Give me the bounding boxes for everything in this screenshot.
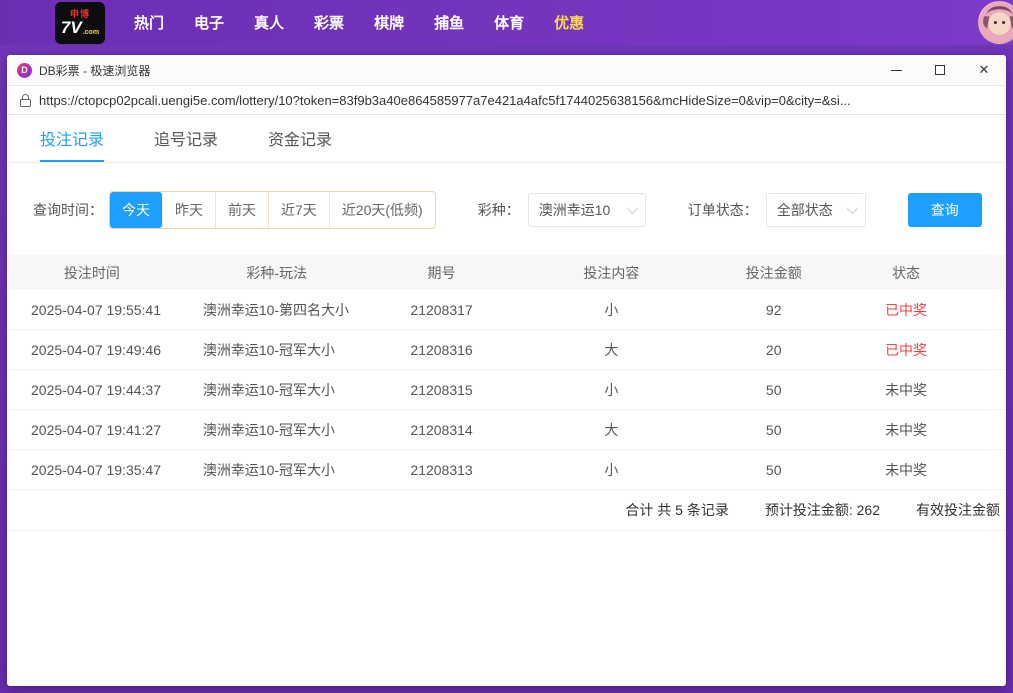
table-row: 2025-04-07 19:49:46 澳洲幸运10-冠军大小 21208316… [7, 330, 1006, 370]
time-option-20days[interactable]: 近20天(低频) [329, 192, 435, 228]
status-cell: 未中奖 [831, 460, 981, 480]
address-bar: https://ctopcp02pcali.uengi5e.com/lotter… [7, 86, 1006, 115]
page-content: 投注记录 追号记录 资金记录 查询时间： 今天 昨天 前天 近7天 近20天(低… [7, 115, 1006, 531]
record-tabs: 投注记录 追号记录 资金记录 [7, 115, 1006, 163]
header-issue: 期号 [377, 263, 507, 283]
status-cell: 已中奖 [831, 300, 981, 320]
cell-bet-amount: 50 [716, 462, 831, 478]
cell-issue: 21208313 [377, 462, 507, 478]
nav-item-lottery[interactable]: 彩票 [299, 6, 359, 39]
nav-item-live[interactable]: 真人 [239, 6, 299, 39]
maximize-button[interactable] [918, 55, 962, 85]
cell-game-play: 澳洲幸运10-冠军大小 [177, 380, 377, 400]
bet-records-table: 投注时间 彩种-玩法 期号 投注内容 投注金额 状态 2025-04-07 19… [7, 255, 1006, 531]
cell-bet-content: 大 [506, 420, 716, 440]
header-bet-content: 投注内容 [506, 263, 716, 283]
order-status-select[interactable]: 全部状态 [766, 193, 866, 227]
cell-bet-content: 大 [506, 340, 716, 360]
time-option-7days[interactable]: 近7天 [268, 192, 329, 228]
summary-valid-amount: 有效投注金额 [916, 500, 1000, 520]
cell-bet-amount: 50 [716, 422, 831, 438]
site-logo[interactable]: 申博 7V.com [55, 2, 105, 44]
minimize-button[interactable] [874, 55, 918, 85]
chevron-down-icon [626, 203, 637, 214]
cell-bet-time: 2025-04-07 19:55:41 [7, 302, 177, 318]
cell-bet-content: 小 [506, 460, 716, 480]
db-lottery-favicon-icon: D [17, 63, 32, 78]
table-row: 2025-04-07 19:35:47 澳洲幸运10-冠军大小 21208313… [7, 450, 1006, 490]
nav-item-cards[interactable]: 棋牌 [359, 6, 419, 39]
cell-bet-amount: 50 [716, 382, 831, 398]
nav-item-fishing[interactable]: 捕鱼 [419, 6, 479, 39]
lock-icon [20, 94, 31, 107]
time-filter-label: 查询时间： [33, 200, 103, 220]
time-range-group: 今天 昨天 前天 近7天 近20天(低频) [109, 191, 436, 229]
cell-game-play: 澳洲幸运10-冠军大小 [177, 340, 377, 360]
browser-window: D DB彩票 - 极速浏览器 ✕ https://ctopcp02pcali.u… [7, 55, 1006, 686]
cell-bet-time: 2025-04-07 19:35:47 [7, 462, 177, 478]
order-status-filter-label: 订单状态： [688, 200, 758, 220]
time-option-daybefore[interactable]: 前天 [215, 192, 268, 228]
table-row: 2025-04-07 19:44:37 澳洲幸运10-冠军大小 21208315… [7, 370, 1006, 410]
cell-issue: 21208315 [377, 382, 507, 398]
nav-item-hot[interactable]: 热门 [119, 6, 179, 39]
cell-bet-time: 2025-04-07 19:44:37 [7, 382, 177, 398]
nav-item-sports[interactable]: 体育 [479, 6, 539, 39]
status-cell: 已中奖 [831, 340, 981, 360]
nav-item-promo[interactable]: 优惠 [539, 6, 599, 39]
cell-bet-content: 小 [506, 300, 716, 320]
table-row: 2025-04-07 19:55:41 澳洲幸运10-第四名大小 2120831… [7, 290, 1006, 330]
url-text[interactable]: https://ctopcp02pcali.uengi5e.com/lotter… [39, 93, 993, 108]
summary-total-records: 合计 共 5 条记录 [625, 500, 728, 520]
cell-issue: 21208316 [377, 342, 507, 358]
main-nav: 热门 电子 真人 彩票 棋牌 捕鱼 体育 优惠 [119, 6, 599, 39]
table-header-row: 投注时间 彩种-玩法 期号 投注内容 投注金额 状态 [7, 255, 1006, 290]
cell-issue: 21208314 [377, 422, 507, 438]
header-bet-amount: 投注金额 [716, 263, 831, 283]
site-header: 申博 7V.com 热门 电子 真人 彩票 棋牌 捕鱼 体育 优惠 [0, 0, 1013, 45]
header-game-play: 彩种-玩法 [177, 263, 377, 283]
header-bet-time: 投注时间 [7, 263, 177, 283]
time-option-yesterday[interactable]: 昨天 [162, 192, 215, 228]
cell-bet-time: 2025-04-07 19:49:46 [7, 342, 177, 358]
lottery-select-value: 澳洲幸运10 [539, 200, 611, 220]
table-summary-row: 合计 共 5 条记录 预计投注金额: 262 有效投注金额 [7, 490, 1006, 531]
cell-bet-content: 小 [506, 380, 716, 400]
avatar-image [979, 2, 1013, 43]
tab-fund-records[interactable]: 资金记录 [268, 115, 332, 162]
status-cell: 未中奖 [831, 380, 981, 400]
user-avatar[interactable] [978, 1, 1013, 44]
cell-game-play: 澳洲幸运10-冠军大小 [177, 420, 377, 440]
lottery-select[interactable]: 澳洲幸运10 [528, 193, 646, 227]
filter-bar: 查询时间： 今天 昨天 前天 近7天 近20天(低频) 彩种： 澳洲幸运10 订… [33, 191, 1006, 229]
maximize-icon [935, 65, 945, 75]
window-controls: ✕ [874, 55, 1006, 85]
nav-item-slots[interactable]: 电子 [179, 6, 239, 39]
tab-chase-records[interactable]: 追号记录 [154, 115, 218, 162]
close-button[interactable]: ✕ [962, 55, 1006, 85]
cell-game-play: 澳洲幸运10-冠军大小 [177, 460, 377, 480]
window-titlebar: D DB彩票 - 极速浏览器 ✕ [7, 55, 1006, 86]
tab-bet-records[interactable]: 投注记录 [40, 115, 104, 162]
cell-bet-time: 2025-04-07 19:41:27 [7, 422, 177, 438]
search-button[interactable]: 查询 [908, 193, 982, 227]
logo-brand-main: 7V.com [61, 19, 99, 36]
lottery-filter-label: 彩种： [478, 200, 520, 220]
status-cell: 未中奖 [831, 420, 981, 440]
chevron-down-icon [846, 203, 857, 214]
cell-bet-amount: 20 [716, 342, 831, 358]
order-status-select-value: 全部状态 [777, 200, 833, 220]
cell-issue: 21208317 [377, 302, 507, 318]
table-row: 2025-04-07 19:41:27 澳洲幸运10-冠军大小 21208314… [7, 410, 1006, 450]
summary-expected-amount: 预计投注金额: 262 [765, 500, 880, 520]
window-title: DB彩票 - 极速浏览器 [39, 62, 150, 79]
cell-bet-amount: 92 [716, 302, 831, 318]
cell-game-play: 澳洲幸运10-第四名大小 [177, 300, 377, 320]
time-option-today[interactable]: 今天 [110, 192, 162, 228]
minimize-icon [891, 70, 902, 71]
header-status: 状态 [831, 263, 981, 283]
